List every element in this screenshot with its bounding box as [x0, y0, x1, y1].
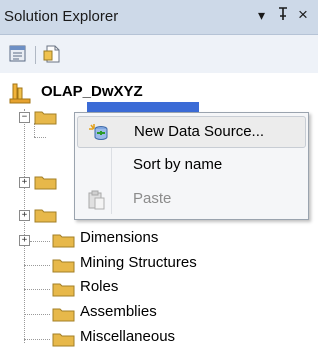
- tree-item-label: Assemblies: [80, 303, 157, 320]
- pin-icon[interactable]: [277, 7, 289, 24]
- folder-icon: [52, 306, 76, 326]
- close-icon[interactable]: ×: [298, 5, 308, 25]
- show-all-files-icon[interactable]: [42, 44, 62, 68]
- panel-title: Solution Explorer: [4, 8, 119, 25]
- folder-icon: [52, 281, 76, 301]
- collapse-expander-icon[interactable]: −: [19, 112, 30, 123]
- folder-icon: [52, 232, 76, 252]
- tree-connector-line: [24, 314, 50, 315]
- expand-expander-icon[interactable]: +: [19, 210, 30, 221]
- tree-item-label: Miscellaneous: [80, 328, 176, 345]
- tree-item-label: Mining Structures: [80, 254, 197, 271]
- solution-explorer-titlebar: Solution Explorer ▾ ×: [0, 0, 318, 35]
- toolbar-separator: [35, 46, 36, 64]
- paste-icon: [87, 190, 107, 214]
- tree-connector-line: [24, 109, 25, 343]
- tree-connector-line: [24, 289, 50, 290]
- folder-icon: [52, 331, 76, 351]
- folder-icon: [34, 109, 58, 129]
- tree-connector-line: [30, 241, 50, 242]
- expand-expander-icon[interactable]: +: [19, 177, 30, 188]
- menu-item-paste[interactable]: Paste: [77, 184, 306, 216]
- tree-connector-line: [34, 137, 46, 138]
- menu-item-label: Paste: [133, 190, 172, 207]
- window-position-dropdown-icon[interactable]: ▾: [258, 7, 265, 24]
- menu-item-label: New Data Source...: [134, 123, 265, 140]
- tree-item-label: Roles: [80, 278, 119, 295]
- tree-item-label: Dimensions: [80, 229, 159, 246]
- folder-icon: [52, 257, 76, 277]
- folder-icon: [34, 174, 58, 194]
- project-name: OLAP_DwXYZ: [41, 83, 143, 100]
- menu-item-new-data-source[interactable]: New Data Source...: [77, 116, 306, 148]
- folder-icon: [34, 207, 58, 227]
- tree-connector-line: [24, 265, 50, 266]
- menu-item-label: Sort by name: [133, 156, 223, 173]
- menu-item-sort-by-name[interactable]: Sort by name: [77, 150, 306, 182]
- solution-explorer-toolbar: [0, 35, 318, 73]
- expand-expander-icon[interactable]: +: [19, 235, 30, 246]
- properties-icon[interactable]: [8, 44, 28, 68]
- context-menu: New Data Source... Sort by name Paste: [74, 112, 309, 220]
- tree-connector-line: [24, 339, 50, 340]
- analysis-services-project-icon: [8, 81, 32, 109]
- new-data-source-icon: [88, 123, 110, 147]
